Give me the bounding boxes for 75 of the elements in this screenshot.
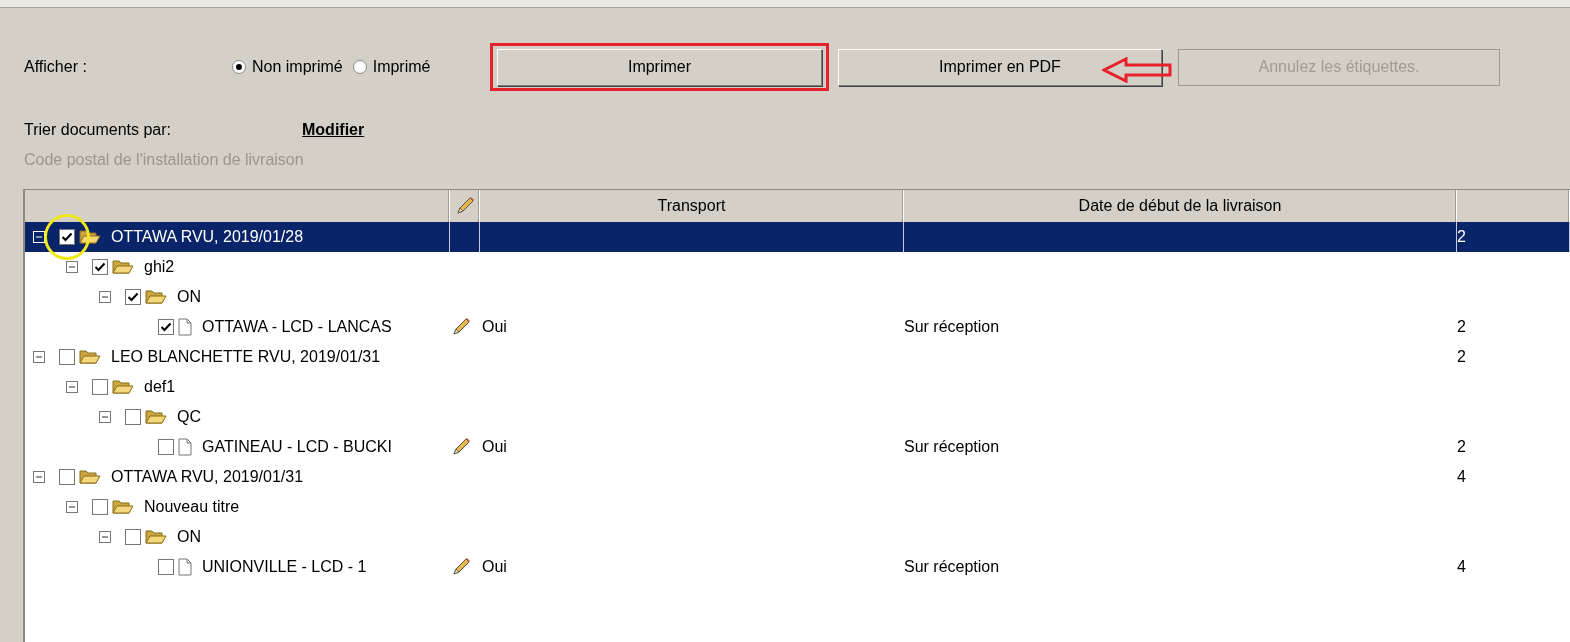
checkbox[interactable]: [158, 319, 174, 335]
tree-row[interactable]: OTTAWA RVU, 2019/01/28 2: [25, 222, 1570, 252]
tree-row[interactable]: ghi2: [25, 252, 1570, 282]
count-cell: 2: [1457, 348, 1466, 366]
checkbox[interactable]: [59, 469, 75, 485]
folder-icon: [79, 349, 101, 365]
tree-row[interactable]: QC: [25, 402, 1570, 432]
checkbox[interactable]: [92, 259, 108, 275]
transport-cell: Oui: [482, 558, 507, 576]
tree-row[interactable]: Nouveau titre: [25, 492, 1570, 522]
pencil-icon: [450, 316, 472, 338]
row-label: def1: [144, 378, 176, 396]
date-cell: Sur réception: [904, 558, 1000, 576]
date-cell: Sur réception: [904, 318, 1000, 336]
radio-dot[interactable]: [232, 60, 246, 74]
count-cell: 4: [1457, 468, 1466, 486]
tree-row[interactable]: OTTAWA - LCD - LANCAS Oui Sur réception 2: [25, 312, 1570, 342]
count-cell: 4: [1457, 558, 1466, 576]
checkbox[interactable]: [92, 499, 108, 515]
row-label: QC: [177, 408, 201, 426]
checkbox[interactable]: [59, 349, 75, 365]
checkbox[interactable]: [125, 409, 141, 425]
folder-icon: [79, 469, 101, 485]
column-header[interactable]: Date de début de la livraison: [1078, 197, 1282, 215]
row-label: Nouveau titre: [144, 498, 240, 516]
row-label: OTTAWA RVU, 2019/01/31: [111, 468, 304, 486]
checkbox[interactable]: [59, 229, 75, 245]
radio-option[interactable]: Imprimé: [352, 58, 431, 76]
radio-dot[interactable]: [352, 60, 367, 74]
count-cell: 2: [1457, 438, 1466, 456]
checkbox[interactable]: [158, 439, 174, 455]
row-label: OTTAWA RVU, 2019/01/28: [111, 228, 304, 246]
count-cell: 2: [1457, 228, 1466, 246]
row-label: ON: [177, 528, 201, 546]
transport-cell: Oui: [482, 318, 507, 336]
pencil-icon: [450, 556, 472, 578]
tree-row[interactable]: UNIONVILLE - LCD - 1 Oui Sur réception 4: [25, 552, 1570, 582]
document-icon: [178, 438, 192, 456]
radio-option[interactable]: Non imprimé: [232, 58, 343, 76]
filter-label: Afficher :: [24, 58, 88, 76]
folder-icon: [145, 529, 167, 545]
date-cell: Sur réception: [904, 438, 1000, 456]
row-label: GATINEAU - LCD - BUCKI: [202, 438, 392, 456]
transport-cell: Oui: [482, 438, 507, 456]
folder-icon: [112, 259, 134, 275]
modify-link[interactable]: Modifier: [302, 121, 365, 139]
tree-row[interactable]: OTTAWA RVU, 2019/01/31 4: [25, 462, 1570, 492]
print-button[interactable]: Imprimer en PDF: [838, 48, 1162, 86]
tree-row[interactable]: ON: [25, 282, 1570, 312]
count-cell: 2: [1457, 318, 1466, 336]
document-icon: [178, 318, 192, 336]
tree-row[interactable]: def1: [25, 372, 1570, 402]
checkbox[interactable]: [125, 289, 141, 305]
folder-icon: [79, 229, 101, 245]
tree-row[interactable]: ON: [25, 522, 1570, 552]
row-label: OTTAWA - LCD - LANCAS: [202, 318, 392, 336]
folder-icon: [145, 289, 167, 305]
pencil-icon: [450, 436, 472, 458]
row-label: ghi2: [144, 258, 175, 276]
sort-label: Trier documents par:: [24, 121, 172, 139]
tree-row[interactable]: GATINEAU - LCD - BUCKI Oui Sur réception 2: [25, 432, 1570, 462]
row-label: ON: [177, 288, 201, 306]
document-icon: [178, 558, 192, 576]
tree-row[interactable]: LEO BLANCHETTE RVU, 2019/01/31 2: [25, 342, 1570, 372]
row-label: LEO BLANCHETTE RVU, 2019/01/31: [111, 348, 381, 366]
checkbox[interactable]: [125, 529, 141, 545]
sort-value: Code postal de l'installation de livraison: [23, 151, 305, 170]
checkbox[interactable]: [92, 379, 108, 395]
checkbox[interactable]: [158, 559, 174, 575]
folder-icon: [112, 379, 134, 395]
row-label: UNIONVILLE - LCD - 1: [202, 558, 367, 576]
print-button[interactable]: Imprimer: [497, 48, 822, 86]
folder-icon: [112, 499, 134, 515]
column-header[interactable]: Transport: [657, 197, 726, 215]
folder-icon: [145, 409, 167, 425]
